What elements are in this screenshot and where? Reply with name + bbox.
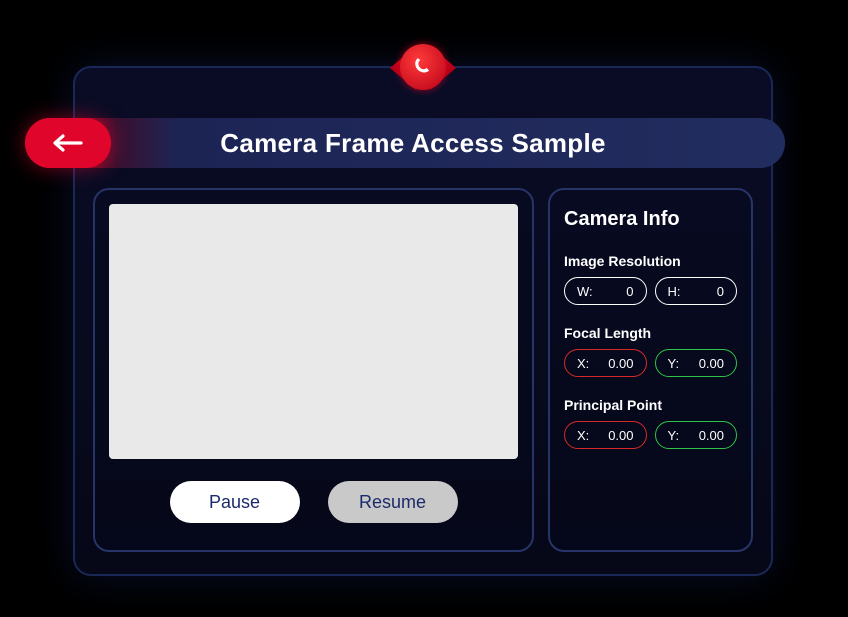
resolution-width: W: 0: [564, 277, 647, 305]
resolution-width-label: W:: [577, 284, 593, 299]
resolution-height-value: 0: [717, 284, 724, 299]
resolution-width-value: 0: [626, 284, 633, 299]
app-window: Camera Frame Access Sample Pause Resume …: [73, 66, 773, 576]
focal-group: Focal Length X: 0.00 Y: 0.00: [564, 325, 737, 377]
resolution-height-label: H:: [668, 284, 681, 299]
resolution-group: Image Resolution W: 0 H: 0: [564, 253, 737, 305]
logo: [384, 28, 462, 106]
camera-info-panel: Camera Info Image Resolution W: 0 H: 0 F…: [548, 188, 753, 552]
principal-x-label: X:: [577, 428, 589, 443]
principal-y-label: Y:: [668, 428, 680, 443]
principal-group: Principal Point X: 0.00 Y: 0.00: [564, 397, 737, 449]
focal-x-label: X:: [577, 356, 589, 371]
focal-y: Y: 0.00: [655, 349, 738, 377]
focal-x: X: 0.00: [564, 349, 647, 377]
focal-x-value: 0.00: [608, 356, 633, 371]
resume-button[interactable]: Resume: [328, 481, 458, 523]
camera-preview: [109, 204, 518, 459]
camera-preview-panel: Pause Resume: [93, 188, 534, 552]
content-area: Pause Resume Camera Info Image Resolutio…: [93, 188, 753, 552]
pause-button[interactable]: Pause: [170, 481, 300, 523]
logo-badge-icon: [400, 44, 446, 90]
focal-y-value: 0.00: [699, 356, 724, 371]
back-button[interactable]: [25, 118, 111, 168]
resolution-height: H: 0: [655, 277, 738, 305]
focal-y-label: Y:: [668, 356, 680, 371]
principal-y: Y: 0.00: [655, 421, 738, 449]
arrow-left-icon: [51, 134, 85, 152]
camera-info-title: Camera Info: [564, 208, 737, 231]
principal-label: Principal Point: [564, 397, 737, 413]
principal-y-value: 0.00: [699, 428, 724, 443]
title-bar: Camera Frame Access Sample: [25, 118, 785, 168]
resolution-label: Image Resolution: [564, 253, 737, 269]
control-row: Pause Resume: [170, 481, 458, 523]
principal-x: X: 0.00: [564, 421, 647, 449]
focal-label: Focal Length: [564, 325, 737, 341]
page-title: Camera Frame Access Sample: [111, 128, 785, 159]
principal-x-value: 0.00: [608, 428, 633, 443]
